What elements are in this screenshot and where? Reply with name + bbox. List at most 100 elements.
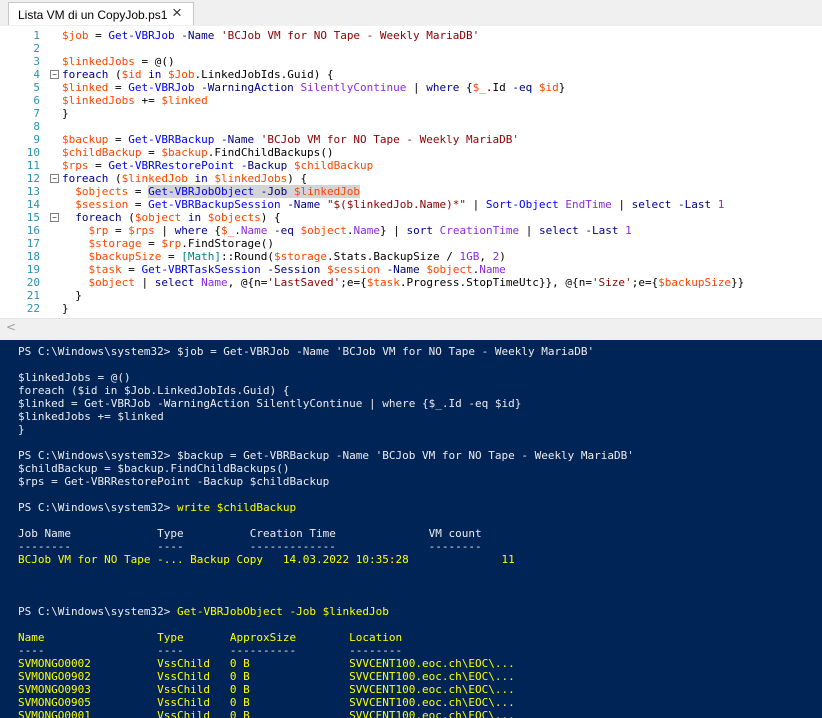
console-prompt: PS C:\Windows\system32> [18,605,177,618]
line-number: 8 [33,120,40,133]
tab-title: Lista VM di un CopyJob.ps1 [18,8,168,22]
code-text: foreach ($linkedJob in $linkedJobs) { [62,172,308,185]
console-line: $rps = Get-VBRRestorePoint -Backup $chil… [18,475,330,488]
code-text: $childBackup = $backup.FindChildBackups(… [62,146,334,159]
line-number: 19 [26,263,40,276]
editor-line[interactable]: 15 − foreach ($object in $objects) { [0,211,822,224]
editor-line[interactable]: 12 − foreach ($linkedJob in $linkedJobs) { [0,172,822,185]
editor-line[interactable]: 3 $linkedJobs = @() [0,55,822,68]
code-text: $objects = Get-VBRJobObject -Job $linked… [75,185,361,198]
line-number: 6 [33,94,40,107]
console-line: $linkedJobs += $linked [18,410,164,423]
line-number: 9 [33,133,40,146]
collapse-region-icon[interactable]: − [50,70,59,79]
console-prompt: PS C:\Windows\system32> [18,501,177,514]
code-text: $backup = Get-VBRBackup -Name 'BCJob VM … [62,133,519,146]
editor-line[interactable]: 7} [0,107,822,120]
code-text: $session = Get-VBRBackupSession -Name "$… [75,198,725,211]
code-text: $backupSize = [Math]::Round($storage.Sta… [88,250,506,263]
code-text: $linkedJobs += $linked [62,94,208,107]
line-number: 18 [26,250,40,263]
editor-line[interactable]: 1 $job = Get-VBRJob -Name 'BCJob VM for N… [0,29,822,42]
console-command-text: $backup = Get-VBRBackup -Name 'BCJob VM … [176,449,634,462]
editor-line[interactable]: 22} [0,302,822,315]
line-number: 17 [26,237,40,250]
line-number: 4 [33,68,40,81]
editor-line[interactable]: 20 $object | select Name, @{n='LastSaved… [0,276,822,289]
console-line: $linked = Get-VBRJob -WarningAction Sile… [18,397,522,410]
code-text: } [62,289,82,302]
editor-line[interactable]: 14 $session = Get-VBRBackupSession -Name… [0,198,822,211]
line-number: 5 [33,81,40,94]
code-text: $task = Get-VBRTaskSession -Session $ses… [88,263,506,276]
console-command: write $childBackup [176,501,297,514]
line-number: 2 [33,42,40,55]
tab-script-file[interactable]: Lista VM di un CopyJob.ps1 × [8,2,194,25]
line-number: 12 [26,172,40,185]
line-number: 21 [26,289,40,302]
editor-line[interactable]: 11 $rps = Get-VBRRestorePoint -Backup $ch… [0,159,822,172]
code-text: foreach ($id in $Job.LinkedJobIds.Guid) … [62,68,334,81]
console-line: ---- ---- ---------- -------- [18,644,403,657]
console-line: BCJob VM for NO Tape -... Backup Copy 14… [18,553,515,566]
console-pane[interactable]: PS C:\Windows\system32> $job = Get-VBRJo… [0,340,822,718]
editor-line[interactable]: 5 $linked = Get-VBRJob -WarningAction Sil… [0,81,822,94]
line-number: 10 [26,146,40,159]
editor-line[interactable]: 4 − foreach ($id in $Job.LinkedJobIds.Guid… [0,68,822,81]
line-number: 3 [33,55,40,68]
console-line: SVMONGO0002 VssChild 0 B SVVCENT100.eoc.… [18,657,515,670]
editor-line[interactable]: 9 $backup = Get-VBRBackup -Name 'BCJob VM… [0,133,822,146]
line-number: 7 [33,107,40,120]
editor-line[interactable]: 10 $childBackup = $backup.FindChildBackup… [0,146,822,159]
console-line: Name Type ApproxSize Location [18,631,403,644]
editor-line[interactable]: 8 [0,120,822,133]
collapse-region-icon[interactable]: − [50,213,59,222]
code-text: } [62,302,69,315]
console-command: Get-VBRJobObject -Job $linkedJob [176,605,389,618]
console-prompt: PS C:\Windows\system32> [18,345,177,358]
console-line: foreach ($id in $Job.LinkedJobIds.Guid) … [18,384,290,397]
line-number: 1 [33,29,40,42]
console-line: PS C:\Windows\system32> Get-VBRJobObject… [18,605,389,618]
console-line: PS C:\Windows\system32> write $childBack… [18,501,296,514]
console-line: $childBackup = $backup.FindChildBackups(… [18,462,290,475]
code-text: $linked = Get-VBRJob -WarningAction Sile… [62,81,566,94]
editor-line[interactable]: 13 $objects = Get-VBRJobObject -Job $lin… [0,185,822,198]
console-line: SVMONGO0905 VssChild 0 B SVVCENT100.eoc.… [18,696,515,709]
console-command-text: $job = Get-VBRJob -Name 'BCJob VM for NO… [176,345,595,358]
scroll-left-arrow-icon[interactable]: < [6,320,16,334]
collapse-region-icon[interactable]: − [50,174,59,183]
console-line: SVMONGO0902 VssChild 0 B SVVCENT100.eoc.… [18,670,515,683]
editor-line[interactable]: 16 $rp = $rps | where {$_.Name -eq $obje… [0,224,822,237]
console-line: Job Name Type Creation Time VM count [18,527,482,540]
console-prompt: PS C:\Windows\system32> [18,449,177,462]
console-line: SVMONGO0001 VssChild 0 B SVVCENT100.eoc.… [18,709,515,718]
code-text: $job = Get-VBRJob -Name 'BCJob VM for NO… [62,29,480,42]
line-number: 15 [26,211,40,224]
editor-line[interactable]: 18 $backupSize = [Math]::Round($storage.… [0,250,822,263]
console-line: SVMONGO0903 VssChild 0 B SVVCENT100.eoc.… [18,683,515,696]
code-text: foreach ($object in $objects) { [75,211,281,224]
console-line: PS C:\Windows\system32> $job = Get-VBRJo… [18,345,594,358]
editor-line[interactable]: 19 $task = Get-VBRTaskSession -Session $… [0,263,822,276]
console-line: PS C:\Windows\system32> $backup = Get-VB… [18,449,634,462]
code-text: $storage = $rp.FindStorage() [88,237,274,250]
console-line: } [18,423,25,436]
code-text: $rps = Get-VBRRestorePoint -Backup $chil… [62,159,374,172]
close-icon[interactable]: × [169,4,185,21]
editor-line[interactable]: 2 [0,42,822,55]
code-text: } [62,107,69,120]
code-text: $rp = $rps | where {$_.Name -eq $object.… [88,224,632,237]
editor-line[interactable]: 17 $storage = $rp.FindStorage() [0,237,822,250]
line-number: 11 [26,159,40,172]
editor-line[interactable]: 21 } [0,289,822,302]
line-number: 14 [26,198,40,211]
tab-strip: Lista VM di un CopyJob.ps1 × [0,0,822,27]
editor-line[interactable]: 6 $linkedJobs += $linked [0,94,822,107]
line-number: 16 [26,224,40,237]
line-number: 22 [26,302,40,315]
console-line: -------- ---- ------------- -------- [18,540,482,553]
script-editor[interactable]: 1 $job = Get-VBRJob -Name 'BCJob VM for N… [0,26,822,318]
console-line: $linkedJobs = @() [18,371,131,384]
editor-horizontal-scrollbar[interactable]: < [0,318,822,337]
